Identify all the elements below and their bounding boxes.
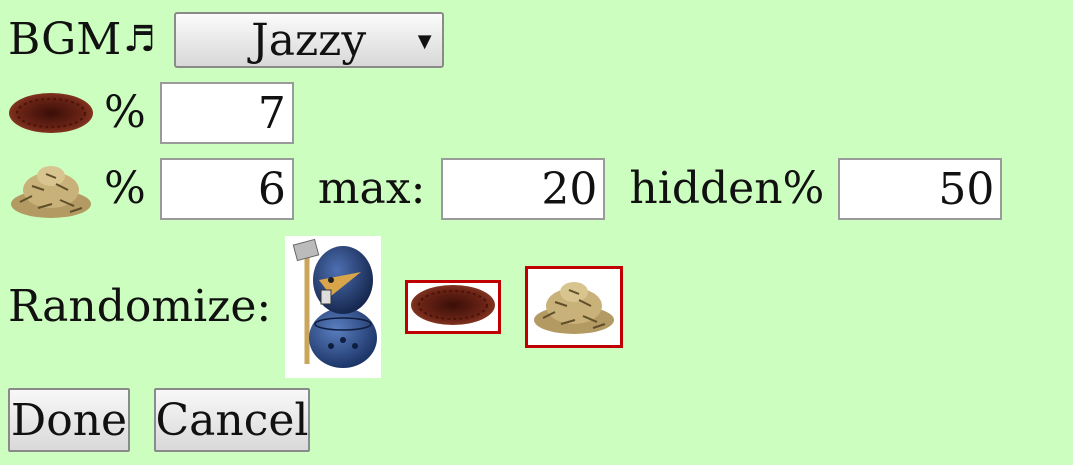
wumpus-character-icon [287, 236, 379, 378]
pit-percent-input[interactable]: 7 [159, 82, 294, 144]
gold-max-input[interactable]: 20 [441, 158, 606, 220]
bgm-select[interactable]: Jazzy ▼ [173, 12, 444, 68]
pit-percent-label: % [104, 87, 146, 138]
cancel-button[interactable]: Cancel [154, 388, 310, 452]
randomize-row: Randomize: [8, 236, 624, 378]
gold-max-label: max: [317, 163, 426, 214]
gold-pile-icon [8, 156, 94, 222]
gold-percent-input[interactable]: 6 [159, 158, 294, 220]
bgm-row: BGM ♬ Jazzy ▼ [8, 10, 444, 70]
gold-percent-label: % [104, 163, 146, 214]
pit-icon [410, 283, 496, 331]
gold-hidden-label: hidden% [629, 163, 825, 214]
randomize-gold-toggle[interactable] [525, 266, 624, 348]
bgm-label: BGM [8, 14, 122, 65]
music-note-icon: ♬ [123, 19, 156, 60]
randomize-wumpus-toggle[interactable] [285, 236, 382, 378]
gold-hidden-input[interactable]: 50 [838, 158, 1003, 220]
pit-row: % 7 [8, 80, 294, 146]
done-button[interactable]: Done [8, 388, 130, 452]
pit-icon [8, 91, 94, 135]
gold-pile-icon [531, 272, 617, 342]
randomize-label: Randomize: [8, 281, 272, 332]
randomize-pit-toggle[interactable] [405, 280, 502, 334]
bgm-selected-value: Jazzy [251, 14, 367, 66]
button-row: Done Cancel [8, 388, 310, 452]
gold-row: % 6 max: 20 hidden% 50 [8, 156, 1003, 222]
dropdown-arrow-icon: ▼ [417, 31, 432, 52]
